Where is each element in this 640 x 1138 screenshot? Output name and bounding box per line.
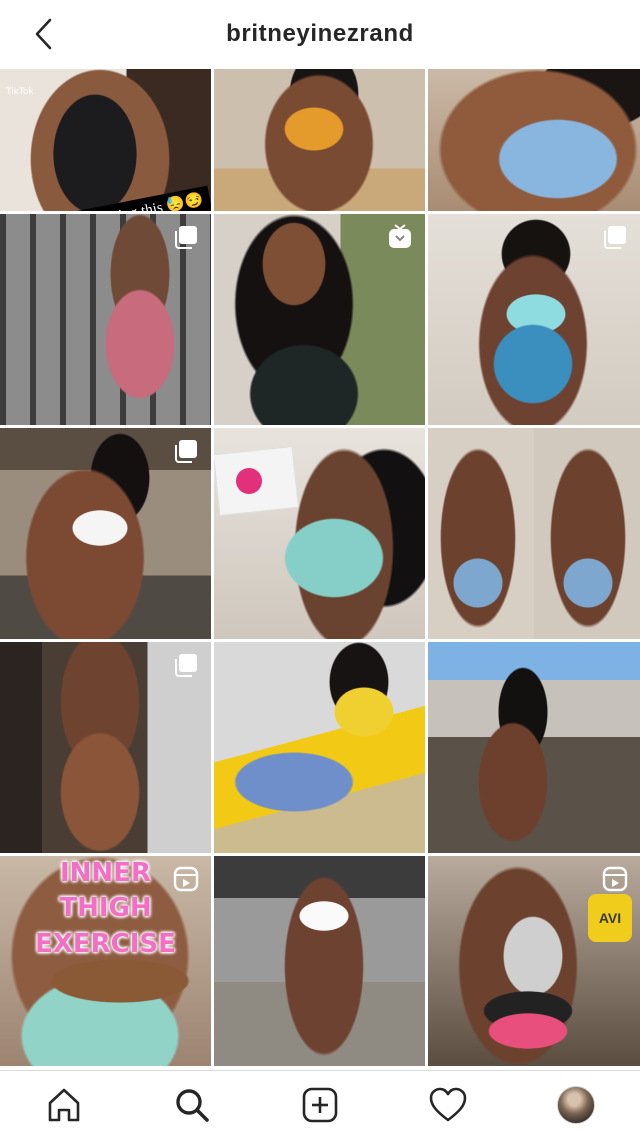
post-thumbnail[interactable]	[428, 642, 640, 853]
nav-home[interactable]	[41, 1082, 87, 1128]
tiktok-watermark: TikTok	[6, 87, 34, 97]
home-icon	[48, 1088, 80, 1121]
chevron-left-icon	[35, 18, 52, 50]
back-button[interactable]	[26, 16, 62, 52]
post-thumbnail[interactable]	[214, 856, 425, 1066]
activity-heart-icon	[429, 1087, 467, 1121]
nav-activity[interactable]	[425, 1082, 471, 1128]
nav-search[interactable]	[169, 1082, 215, 1128]
post-thumbnail[interactable]	[428, 214, 640, 425]
igtv-icon	[389, 224, 411, 248]
carousel-icon	[175, 654, 197, 677]
post-thumbnail[interactable]	[214, 428, 425, 639]
overlay-line: THIGH	[59, 893, 152, 923]
post-thumbnail[interactable]	[428, 69, 640, 211]
search-icon	[176, 1088, 209, 1122]
reels-icon	[173, 866, 199, 892]
profile-header: britneyinezrand	[0, 0, 640, 67]
post-thumbnail[interactable]	[428, 428, 640, 639]
post-thumbnail[interactable]	[0, 428, 211, 639]
post-thumbnail[interactable]	[0, 642, 211, 853]
post-thumbnail[interactable]	[214, 214, 425, 425]
post-thumbnail[interactable]	[0, 214, 211, 425]
post-thumbnail[interactable]	[214, 69, 425, 211]
nav-new-post[interactable]	[297, 1082, 343, 1128]
mug: AVI	[588, 894, 632, 942]
overlay-line: EXERCISE	[35, 929, 176, 959]
post-thumbnail[interactable]: TikTok I can't stand hearing this 😓😏	[0, 69, 211, 211]
posts-grid: TikTok I can't stand hearing this 😓😏	[0, 69, 640, 1068]
profile-username: britneyinezrand	[226, 19, 414, 47]
profile-avatar	[557, 1085, 595, 1124]
carousel-icon	[175, 440, 197, 463]
carousel-icon	[604, 226, 626, 249]
bottom-navigation	[0, 1070, 640, 1138]
post-thumbnail[interactable]	[214, 642, 425, 853]
carousel-icon	[175, 226, 197, 249]
post-thumbnail[interactable]: AVI	[428, 856, 640, 1066]
post-thumbnail[interactable]: INNER THIGH EXERCISE	[0, 856, 211, 1066]
new-post-icon	[302, 1087, 338, 1122]
gift-bow	[236, 468, 262, 494]
reels-icon	[602, 866, 628, 892]
nav-profile[interactable]	[553, 1082, 599, 1128]
